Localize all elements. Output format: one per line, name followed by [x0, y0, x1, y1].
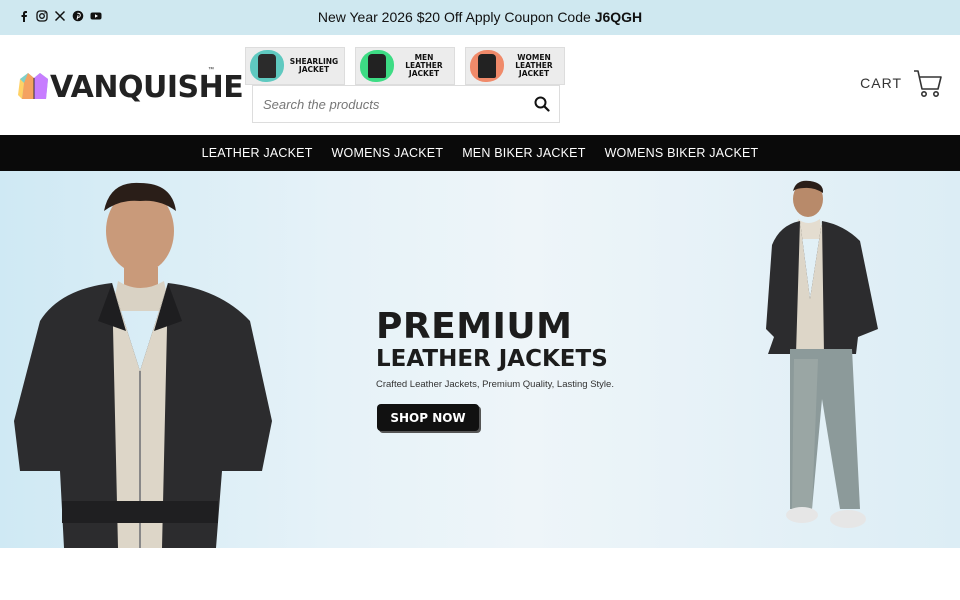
category-women-leather-jacket[interactable]: WOMEN LEATHER JACKET [465, 47, 565, 85]
shearling-jacket-thumbnail [250, 50, 284, 82]
men-leather-jacket-thumbnail [360, 50, 394, 82]
site-logo[interactable]: VANQUISHE ™ [16, 65, 244, 109]
promo-message: New Year 2026 $20 Off Apply Coupon Code [317, 9, 595, 25]
hero-title: PREMIUM [376, 306, 573, 347]
hero-subtitle: LEATHER JACKETS [376, 346, 608, 372]
hero-banner: PREMIUM LEATHER JACKETS Crafted Leather … [0, 171, 960, 548]
coupon-code: J6QGH [594, 9, 643, 25]
main-navigation: LEATHER JACKET WOMENS JACKET MEN BIKER J… [0, 135, 960, 171]
trademark-symbol: ™ [208, 67, 214, 73]
category-thumbnails: SHEARLING JACKET MEN LEATHER JACKET WOME… [245, 47, 565, 85]
hero-tagline: Crafted Leather Jackets, Premium Quality… [376, 379, 614, 390]
nav-men-biker-jacket[interactable]: MEN BIKER JACKET [462, 146, 585, 160]
page-content-area [0, 548, 960, 600]
cart-link[interactable]: CART [860, 67, 944, 99]
nav-leather-jacket[interactable]: LEATHER JACKET [202, 146, 313, 160]
search-button[interactable] [525, 87, 559, 121]
promo-bar: New Year 2026 $20 Off Apply Coupon Code … [0, 0, 960, 35]
logo-wordmark: VANQUISHE [50, 69, 244, 105]
logo-jacket-icon [16, 69, 52, 105]
cart-label: CART [860, 75, 902, 91]
nav-womens-jacket[interactable]: WOMENS JACKET [332, 146, 444, 160]
category-label: MEN LEATHER JACKET [405, 53, 443, 78]
site-header: VANQUISHE ™ SHEARLING JACKET MEN LEATHER… [0, 35, 960, 135]
category-shearling-jacket[interactable]: SHEARLING JACKET [245, 47, 345, 85]
hero-model-right-image [766, 180, 878, 528]
category-label: SHEARLING JACKET [289, 57, 339, 74]
women-leather-jacket-thumbnail [470, 50, 504, 82]
category-men-leather-jacket[interactable]: MEN LEATHER JACKET [355, 47, 455, 85]
search-bar [252, 85, 560, 123]
search-icon [534, 96, 550, 112]
search-input[interactable] [253, 86, 525, 122]
category-label: WOMEN LEATHER JACKET [515, 53, 553, 78]
promo-text: New Year 2026 $20 Off Apply Coupon Code … [0, 9, 960, 25]
shopping-cart-icon [914, 70, 942, 97]
nav-womens-biker-jacket[interactable]: WOMENS BIKER JACKET [605, 146, 759, 160]
shop-now-button[interactable]: SHOP NOW [377, 404, 479, 431]
